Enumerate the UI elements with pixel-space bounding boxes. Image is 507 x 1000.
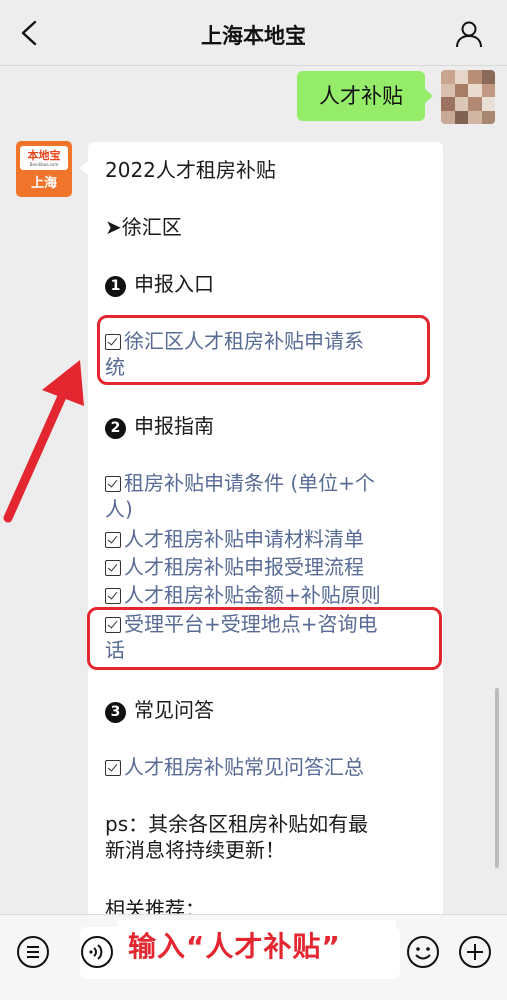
chat-title: 上海本地宝 [201,24,306,48]
voice-icon[interactable] [80,935,114,969]
sent-message-row: 人才补贴 [297,70,495,124]
link-materials-list[interactable]: 人才租房补贴申请材料清单 [105,526,430,552]
highlight-box-platform [87,607,442,670]
bendibao-logo: 本地宝 Bendibao.com [20,146,68,170]
district-label: ➤徐汇区 [105,215,182,239]
checkbox-icon [105,476,121,492]
link-faq-summary[interactable]: 人才租房补贴常见问答汇总 [105,754,430,780]
sent-message-bubble[interactable]: 人才补贴 [297,71,433,121]
link-subsidy-amount[interactable]: 人才租房补贴金额+补贴原则 [105,582,430,608]
highlight-box-entry [97,315,430,385]
checkbox-icon [105,532,121,548]
plus-icon[interactable] [458,935,492,969]
number-badge: 1 [105,276,126,297]
menu-list-icon[interactable] [16,935,50,969]
checkbox-icon [105,588,121,604]
number-badge: 2 [105,418,126,439]
my-avatar[interactable] [441,70,495,124]
section-guide: 2 申报指南 [105,413,430,439]
logo-city-label: 上海 [30,176,57,191]
section-label: 常见问答 [134,698,214,722]
section-entry: 1 申报入口 [105,271,430,297]
ps-note: ps：其余各区租房补贴如有最 新消息将持续更新！ [105,812,369,862]
reply-title: 2022人才租房补贴 [105,158,276,182]
section-faq: 3 常见问答 [105,697,430,723]
scrollbar[interactable] [495,688,499,868]
number-badge: 3 [105,702,126,723]
emoji-icon[interactable] [406,935,440,969]
input-annotation-text: 输入“人才补贴” [128,930,341,963]
checkbox-icon [105,760,121,776]
checkbox-icon [105,560,121,576]
bendibao-avatar[interactable]: 本地宝 Bendibao.com 上海 [16,141,72,197]
reply-bubble: 2022人才租房补贴 ➤徐汇区 1 申报入口 徐汇区人才租房补贴申请系 统 2 申报… [88,142,443,942]
link-application-conditions[interactable]: 租房补贴申请条件 (单位+个 人) [105,470,430,522]
user-profile-icon[interactable] [455,20,483,48]
link-application-process[interactable]: 人才租房补贴申报受理流程 [105,554,430,580]
annotation-arrow-icon [3,360,84,523]
top-bar: 上海本地宝 [0,0,507,66]
section-label: 申报入口 [134,272,214,296]
section-label: 申报指南 [134,414,214,438]
